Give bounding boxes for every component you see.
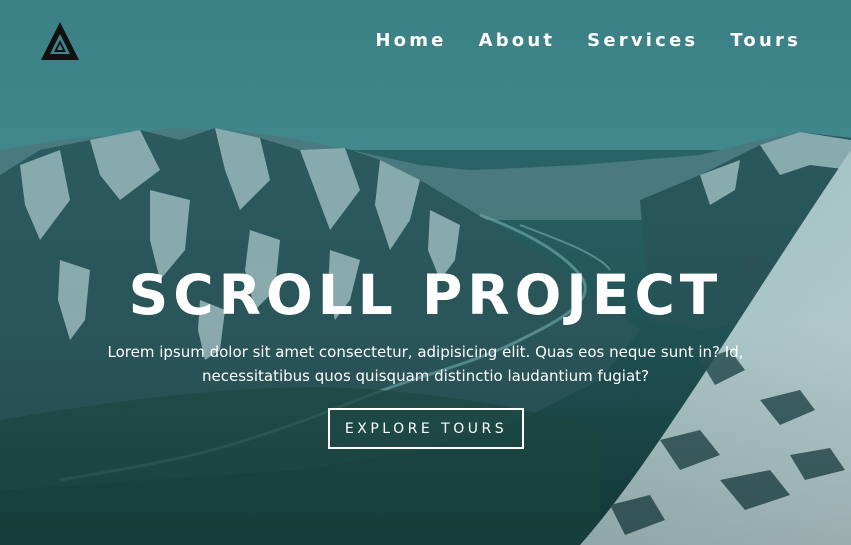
main-nav: Home About Services Tours [375,30,801,51]
nav-link-home[interactable]: Home [375,30,446,51]
nav-link-tours[interactable]: Tours [730,30,801,51]
explore-tours-button[interactable]: EXPLORE TOURS [328,408,524,449]
hero-title: SCROLL PROJECT [128,263,723,327]
triangle-logo-icon[interactable] [40,20,80,62]
hero-section: Home About Services Tours SCROLL PROJECT… [0,0,851,545]
nav-link-about[interactable]: About [479,30,556,51]
nav-link-services[interactable]: Services [587,30,698,51]
hero-description: Lorem ipsum dolor sit amet consectetur, … [107,343,744,385]
